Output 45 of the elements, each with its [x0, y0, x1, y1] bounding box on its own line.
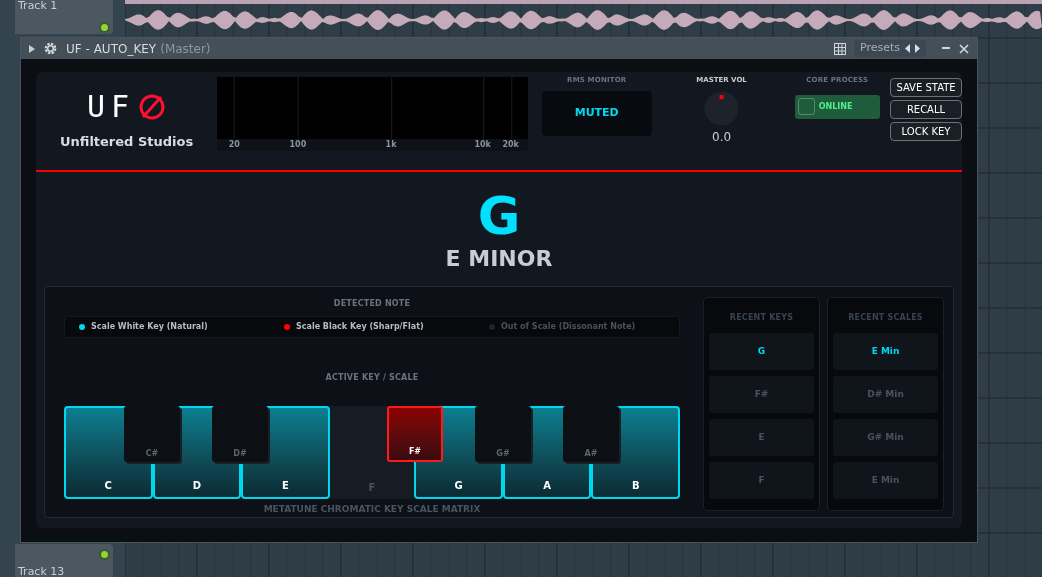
legend-label: Scale Black Key (Sharp/Flat)	[296, 321, 424, 333]
sharp-key[interactable]: F#	[387, 406, 443, 462]
rms-value: MUTED	[574, 104, 619, 121]
sharp-key[interactable]: A#	[563, 406, 619, 462]
header-button[interactable]: RECALL	[890, 100, 962, 119]
brand-name: Unfiltered Studios	[59, 133, 194, 151]
header-button[interactable]: SAVE STATE	[890, 78, 962, 97]
sharp-key[interactable]: G#	[475, 406, 531, 462]
led-icon[interactable]	[99, 549, 110, 560]
frequency-label: 1k	[385, 139, 397, 151]
track-name: Track 1	[18, 0, 58, 12]
matrix-caption: METATUNE CHROMATIC KEY SCALE MATRIX	[263, 503, 481, 516]
frequency-label: 10k	[474, 139, 491, 151]
detected-note-label: DETECTED NOTE	[333, 298, 411, 310]
recent-item[interactable]: E Min	[833, 333, 938, 370]
window-subtitle: (Master)	[160, 40, 211, 58]
track-header[interactable]	[15, 0, 113, 34]
frequency-label: 20k	[502, 139, 519, 151]
logo-text: UF	[87, 92, 136, 122]
legend-label: Scale White Key (Natural)	[91, 321, 208, 333]
previous-icon[interactable]	[905, 44, 910, 53]
frequency-label: 20	[228, 139, 240, 151]
window-title: UF - AUTO_KEY	[66, 40, 157, 58]
logo-mark-icon	[138, 93, 167, 121]
track-header[interactable]	[15, 544, 113, 577]
detected-note: G	[477, 188, 521, 244]
active-key-label: ACTIVE KEY / SCALE	[325, 372, 419, 384]
recent-item[interactable]: G	[709, 333, 814, 370]
sharp-key[interactable]: C#	[124, 406, 180, 462]
next-icon[interactable]	[915, 44, 920, 53]
recent-title: RECENT SCALES	[848, 312, 923, 324]
led-icon[interactable]	[99, 22, 110, 33]
grid-icon[interactable]	[833, 42, 846, 55]
legend-label: Out of Scale (Dissonant Note)	[501, 321, 636, 333]
header-button[interactable]: LOCK KEY	[890, 122, 962, 141]
frequency-label: 100	[289, 139, 307, 151]
close-icon[interactable]	[959, 43, 969, 54]
expand-icon[interactable]	[29, 44, 35, 53]
track-name: Track 13	[18, 564, 65, 577]
volume-value: 0.0	[712, 128, 732, 146]
sharp-key[interactable]: D#	[212, 406, 268, 462]
online-toggle[interactable]: ONLINE	[794, 94, 880, 119]
recent-title: RECENT KEYS	[729, 312, 794, 324]
settings-icon[interactable]	[43, 41, 58, 56]
detected-scale: E MINOR	[445, 246, 553, 272]
